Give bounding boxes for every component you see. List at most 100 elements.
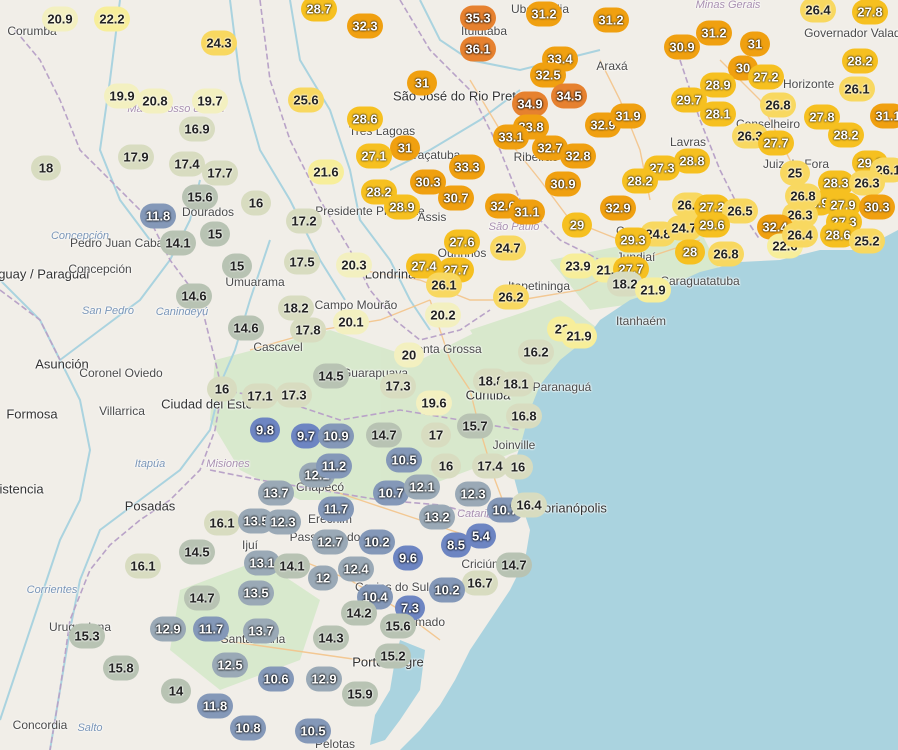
temperature-marker[interactable]: 29 <box>562 212 592 238</box>
temperature-marker[interactable]: 20 <box>394 342 424 368</box>
temperature-marker[interactable]: 14.7 <box>184 585 220 611</box>
temperature-marker[interactable]: 11.7 <box>318 496 354 522</box>
temperature-marker[interactable]: 16.7 <box>462 570 498 596</box>
temperature-marker[interactable]: 12.9 <box>306 666 342 692</box>
temperature-marker[interactable]: 15 <box>200 221 230 247</box>
temperature-marker[interactable]: 9.7 <box>291 423 321 449</box>
temperature-marker[interactable]: 24.3 <box>201 30 237 56</box>
temperature-marker[interactable]: 20.9 <box>42 6 78 32</box>
temperature-marker[interactable]: 17.4 <box>169 151 205 177</box>
temperature-marker[interactable]: 28.6 <box>347 106 383 132</box>
temperature-marker[interactable]: 13.7 <box>258 480 294 506</box>
temperature-marker[interactable]: 32.9 <box>600 195 636 221</box>
weather-map[interactable]: CorumbáUberlândiaItuiutabaMinas GeraisGo… <box>0 0 898 750</box>
temperature-marker[interactable]: 15.6 <box>182 184 218 210</box>
temperature-marker[interactable]: 15 <box>222 253 252 279</box>
temperature-marker[interactable]: 36.1 <box>460 36 496 62</box>
temperature-marker[interactable]: 31 <box>407 70 437 96</box>
temperature-marker[interactable]: 24.7 <box>490 235 526 261</box>
temperature-marker[interactable]: 28.9 <box>384 194 420 220</box>
temperature-marker[interactable]: 12.5 <box>212 652 248 678</box>
temperature-marker[interactable]: 17.3 <box>276 382 312 408</box>
temperature-marker[interactable]: 13.2 <box>419 504 455 530</box>
temperature-marker[interactable]: 9.6 <box>393 545 423 571</box>
temperature-marker[interactable]: 28 <box>675 239 705 265</box>
temperature-marker[interactable]: 31.2 <box>526 1 562 27</box>
temperature-marker[interactable]: 26.1 <box>426 272 462 298</box>
temperature-marker[interactable]: 28.2 <box>622 168 658 194</box>
temperature-marker[interactable]: 26.8 <box>760 92 796 118</box>
temperature-marker[interactable]: 18.1 <box>498 371 534 397</box>
temperature-marker[interactable]: 20.1 <box>333 309 369 335</box>
temperature-marker[interactable]: 9.8 <box>250 417 280 443</box>
temperature-marker[interactable]: 30.9 <box>664 34 700 60</box>
temperature-marker[interactable]: 10.5 <box>386 447 422 473</box>
temperature-marker[interactable]: 17.8 <box>290 317 326 343</box>
temperature-marker[interactable]: 26.1 <box>839 76 875 102</box>
temperature-marker[interactable]: 14.2 <box>341 600 377 626</box>
temperature-marker[interactable]: 16 <box>503 454 533 480</box>
temperature-marker[interactable]: 19.6 <box>416 390 452 416</box>
temperature-marker[interactable]: 15.2 <box>375 643 411 669</box>
temperature-marker[interactable]: 19.9 <box>104 83 140 109</box>
temperature-marker[interactable]: 27.7 <box>758 130 794 156</box>
temperature-marker[interactable]: 14.6 <box>176 283 212 309</box>
temperature-marker[interactable]: 14.6 <box>228 315 264 341</box>
temperature-marker[interactable]: 17.1 <box>242 383 278 409</box>
temperature-marker[interactable]: 26.4 <box>800 0 836 23</box>
temperature-marker[interactable]: 15.3 <box>69 623 105 649</box>
temperature-marker[interactable]: 31.9 <box>610 103 646 129</box>
temperature-marker[interactable]: 17.5 <box>284 249 320 275</box>
temperature-marker[interactable]: 12.7 <box>312 529 348 555</box>
temperature-marker[interactable]: 31.1 <box>509 199 545 225</box>
temperature-marker[interactable]: 27.8 <box>852 0 888 25</box>
temperature-marker[interactable]: 21.9 <box>635 277 671 303</box>
temperature-marker[interactable]: 30.3 <box>859 194 895 220</box>
temperature-marker[interactable]: 16.9 <box>179 116 215 142</box>
temperature-marker[interactable]: 35.3 <box>460 5 496 31</box>
temperature-marker[interactable]: 26.2 <box>493 284 529 310</box>
temperature-marker[interactable]: 32.3 <box>347 13 383 39</box>
temperature-marker[interactable]: 16 <box>207 376 237 402</box>
temperature-marker[interactable]: 28.2 <box>828 122 864 148</box>
temperature-marker[interactable]: 31.1 <box>870 103 898 129</box>
temperature-marker[interactable]: 20.2 <box>425 302 461 328</box>
temperature-marker[interactable]: 28.7 <box>301 0 337 22</box>
temperature-marker[interactable]: 33.1 <box>493 124 529 150</box>
temperature-marker[interactable]: 16 <box>241 190 271 216</box>
temperature-marker[interactable]: 10.9 <box>318 423 354 449</box>
temperature-marker[interactable]: 16.1 <box>125 553 161 579</box>
temperature-marker[interactable]: 10.6 <box>258 666 294 692</box>
temperature-marker[interactable]: 15.7 <box>457 413 493 439</box>
temperature-marker[interactable]: 30.9 <box>545 171 581 197</box>
temperature-marker[interactable]: 21.6 <box>308 159 344 185</box>
temperature-marker[interactable]: 26.4 <box>782 222 818 248</box>
temperature-marker[interactable]: 15.9 <box>342 681 378 707</box>
temperature-marker[interactable]: 25 <box>780 160 810 186</box>
temperature-marker[interactable]: 10.2 <box>359 529 395 555</box>
temperature-marker[interactable]: 21.9 <box>561 323 597 349</box>
temperature-marker[interactable]: 10.5 <box>295 718 331 744</box>
temperature-marker[interactable]: 17.3 <box>380 373 416 399</box>
temperature-marker[interactable]: 14.5 <box>313 363 349 389</box>
temperature-marker[interactable]: 16.8 <box>506 403 542 429</box>
temperature-marker[interactable]: 11.2 <box>316 453 352 479</box>
temperature-marker[interactable]: 12 <box>308 565 338 591</box>
temperature-marker[interactable]: 19.7 <box>192 88 228 114</box>
temperature-marker[interactable]: 20.8 <box>137 88 173 114</box>
temperature-marker[interactable]: 12.3 <box>455 481 491 507</box>
temperature-marker[interactable]: 31.2 <box>593 7 629 33</box>
temperature-marker[interactable]: 14 <box>161 678 191 704</box>
temperature-marker[interactable]: 16.2 <box>518 339 554 365</box>
temperature-marker[interactable]: 17 <box>421 422 451 448</box>
temperature-marker[interactable]: 16.4 <box>511 492 547 518</box>
temperature-marker[interactable]: 13.5 <box>238 580 274 606</box>
temperature-marker[interactable]: 17.7 <box>202 160 238 186</box>
temperature-marker[interactable]: 26.3 <box>849 170 885 196</box>
temperature-marker[interactable]: 10.2 <box>429 577 465 603</box>
temperature-marker[interactable]: 14.5 <box>179 539 215 565</box>
temperature-marker[interactable]: 12.9 <box>150 616 186 642</box>
temperature-marker[interactable]: 32.8 <box>560 143 596 169</box>
temperature-marker[interactable]: 8.5 <box>441 532 471 558</box>
temperature-marker[interactable]: 20.3 <box>336 252 372 278</box>
